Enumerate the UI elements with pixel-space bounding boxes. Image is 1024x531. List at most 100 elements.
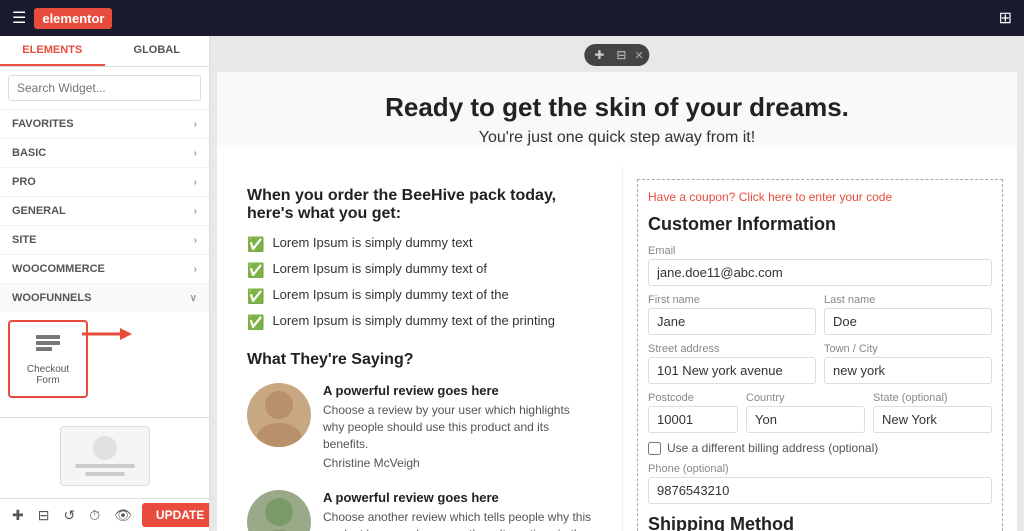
sidebar-item-general[interactable]: GENERAL › xyxy=(0,197,209,226)
tab-global[interactable]: GLOBAL xyxy=(105,36,210,66)
woocommerce-label: WOOCOMMERCE xyxy=(12,263,105,275)
review-text-2: Choose another review which tells people… xyxy=(323,509,592,531)
state-group: State (optional) xyxy=(873,392,992,433)
toolbar-layout-button[interactable]: ⊟ xyxy=(34,505,54,526)
chevron-right-icon: › xyxy=(194,119,197,130)
search-input[interactable] xyxy=(8,75,201,101)
canvas-layout-button[interactable]: ⊟ xyxy=(612,46,630,64)
state-field[interactable] xyxy=(873,406,992,433)
right-column: Have a coupon? Click here to enter your … xyxy=(622,167,1017,531)
hero-title: Ready to get the skin of your dreams. xyxy=(247,92,987,123)
lastname-group: Last name xyxy=(824,294,992,335)
email-label: Email xyxy=(648,245,992,257)
site-label: SITE xyxy=(12,234,36,246)
review-content-1: A powerful review goes here Choose a rev… xyxy=(323,383,592,470)
sidebar-item-woocommerce[interactable]: WOOCOMMERCE › xyxy=(0,255,209,284)
review-avatar-1 xyxy=(247,383,311,447)
sidebar-item-site[interactable]: SITE › xyxy=(0,226,209,255)
chevron-right-icon: › xyxy=(194,148,197,159)
checkout-form: Have a coupon? Click here to enter your … xyxy=(623,167,1017,531)
checklist-item-1: Lorem Ipsum is simply dummy text xyxy=(272,235,472,250)
canvas-close-icon[interactable]: ✕ xyxy=(634,49,643,62)
toolbar-undo-button[interactable]: ↺ xyxy=(59,505,79,526)
basic-label: BASIC xyxy=(12,147,46,159)
bottom-widget-preview xyxy=(60,426,150,486)
city-field[interactable] xyxy=(824,357,992,384)
favorites-label: FAVORITES xyxy=(12,118,74,130)
hamburger-icon[interactable]: ☰ xyxy=(12,8,26,28)
top-bar: ☰ elementor ⊞ xyxy=(0,0,1024,36)
tab-elements[interactable]: ELEMENTS xyxy=(0,36,105,66)
chevron-right-icon: › xyxy=(194,235,197,246)
lastname-label: Last name xyxy=(824,294,992,306)
sidebar: ELEMENTS GLOBAL FAVORITES › BASIC › PRO … xyxy=(0,36,210,531)
billing-label: Use a different billing address (optiona… xyxy=(667,441,878,455)
preview-line-2 xyxy=(85,472,125,476)
left-column: When you order the BeeHive pack today, h… xyxy=(217,167,622,531)
sidebar-content: FAVORITES › BASIC › PRO › GENERAL › SITE… xyxy=(0,110,209,417)
woofunnels-label: WOOFUNNELS xyxy=(12,292,91,304)
checkout-border: Have a coupon? Click here to enter your … xyxy=(637,179,1003,531)
city-group: Town / City xyxy=(824,343,992,384)
name-row: First name Last name xyxy=(648,294,992,343)
toolbar-preview-button[interactable]: 👁 xyxy=(110,505,136,526)
street-label: Street address xyxy=(648,343,816,355)
canvas-area: ✚ ⊟ ✕ Ready to get the skin of your drea… xyxy=(210,36,1024,531)
preview-line xyxy=(75,464,135,468)
city-label: Town / City xyxy=(824,343,992,355)
street-group: Street address xyxy=(648,343,816,384)
review-item-2: A powerful review goes here Choose anoth… xyxy=(247,490,592,531)
toolbar-add-button[interactable]: ✚ xyxy=(8,505,28,526)
country-group: Country xyxy=(746,392,865,433)
sidebar-item-favorites[interactable]: FAVORITES › xyxy=(0,110,209,139)
checkout-form-label: Checkout Form xyxy=(18,364,78,386)
state-label: State (optional) xyxy=(873,392,992,404)
phone-label: Phone (optional) xyxy=(648,463,992,475)
check-icon: ✅ xyxy=(247,314,264,331)
promo-heading: When you order the BeeHive pack today, h… xyxy=(247,187,592,223)
canvas-toggle-bar: ✚ ⊟ ✕ xyxy=(584,44,649,66)
phone-field[interactable] xyxy=(648,477,992,504)
woofunnels-expanded: Checkout Form xyxy=(0,312,209,414)
grid-icon[interactable]: ⊞ xyxy=(999,8,1012,28)
billing-checkbox[interactable] xyxy=(648,442,661,455)
canvas-add-button[interactable]: ✚ xyxy=(590,46,608,64)
review-title-1: A powerful review goes here xyxy=(323,383,592,398)
sidebar-item-basic[interactable]: BASIC › xyxy=(0,139,209,168)
billing-checkbox-row: Use a different billing address (optiona… xyxy=(648,441,992,455)
sidebar-item-woofunnels[interactable]: WOOFUNNELS ∨ xyxy=(0,284,209,312)
checkout-form-widget[interactable]: Checkout Form xyxy=(8,320,88,398)
chevron-right-icon: › xyxy=(194,206,197,217)
firstname-label: First name xyxy=(648,294,816,306)
firstname-group: First name xyxy=(648,294,816,335)
postcode-field[interactable] xyxy=(648,406,738,433)
country-field[interactable] xyxy=(746,406,865,433)
sidebar-bottom xyxy=(0,417,209,498)
checklist-item-3: Lorem Ipsum is simply dummy text of the xyxy=(272,287,508,302)
customer-info-title: Customer Information xyxy=(648,214,992,235)
elementor-logo: elementor xyxy=(34,8,112,29)
lastname-field[interactable] xyxy=(824,308,992,335)
list-item: ✅ Lorem Ipsum is simply dummy text xyxy=(247,235,592,253)
chevron-right-icon: › xyxy=(194,264,197,275)
update-button[interactable]: UPDATE xyxy=(142,503,210,527)
red-arrow-indicator xyxy=(82,322,132,346)
review-item-1: A powerful review goes here Choose a rev… xyxy=(247,383,592,470)
postcode-group: Postcode xyxy=(648,392,738,433)
check-icon: ✅ xyxy=(247,288,264,305)
two-col-layout: When you order the BeeHive pack today, h… xyxy=(217,167,1017,531)
review-text-1: Choose a review by your user which highl… xyxy=(323,402,592,452)
sidebar-item-pro[interactable]: PRO › xyxy=(0,168,209,197)
shipping-method-title: Shipping Method xyxy=(648,514,992,531)
general-label: GENERAL xyxy=(12,205,66,217)
firstname-field[interactable] xyxy=(648,308,816,335)
chevron-down-icon: ∨ xyxy=(190,293,197,304)
email-field[interactable] xyxy=(648,259,992,286)
coupon-link[interactable]: Have a coupon? Click here to enter your … xyxy=(648,190,992,204)
page-wrapper: Ready to get the skin of your dreams. Yo… xyxy=(217,72,1017,531)
country-label: Country xyxy=(746,392,865,404)
review-author-1: Christine McVeigh xyxy=(323,456,592,470)
toolbar-history-button[interactable]: ⏱ xyxy=(85,505,104,526)
hero-section: Ready to get the skin of your dreams. Yo… xyxy=(217,72,1017,147)
street-field[interactable] xyxy=(648,357,816,384)
